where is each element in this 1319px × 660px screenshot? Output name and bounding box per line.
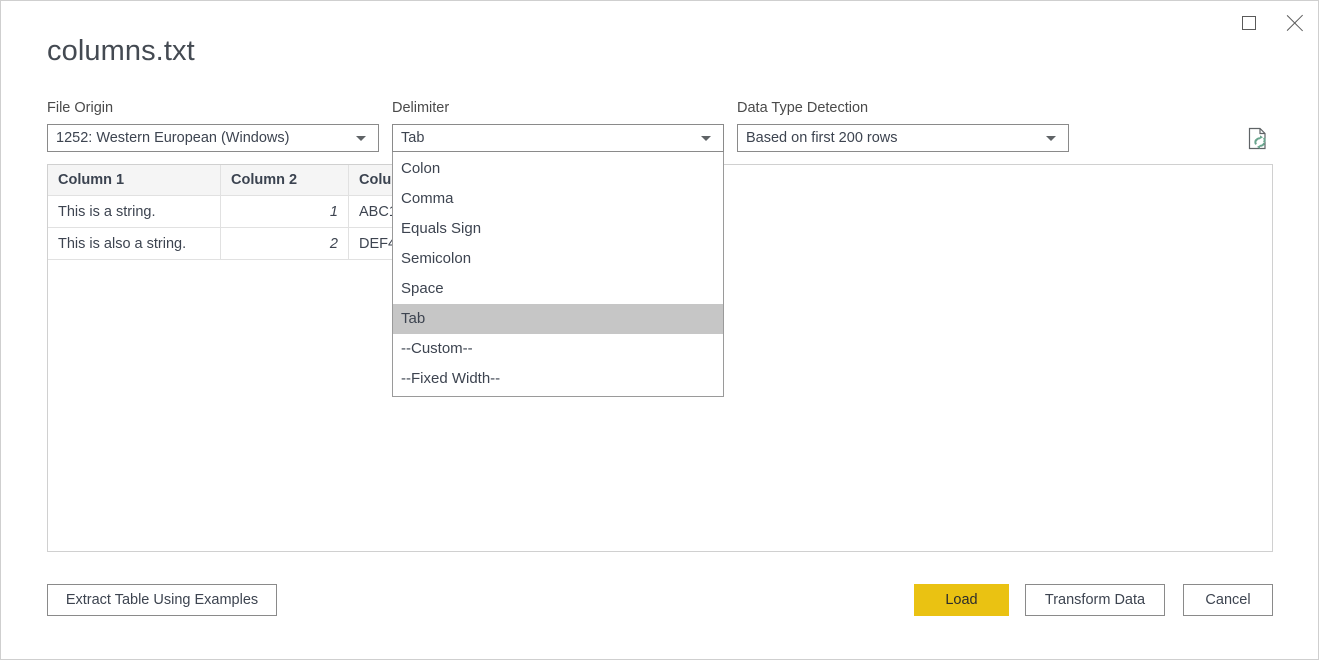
delimiter-option-semicolon[interactable]: Semicolon xyxy=(393,244,723,274)
data-type-detection-dropdown[interactable]: Based on first 200 rows xyxy=(737,124,1069,152)
delimiter-option-equals-sign[interactable]: Equals Sign xyxy=(393,214,723,244)
delimiter-option-custom[interactable]: --Custom-- xyxy=(393,334,723,364)
import-file-dialog: columns.txt File Origin 1252: Western Eu… xyxy=(0,0,1319,660)
chevron-down-icon xyxy=(1046,136,1056,141)
data-type-detection-value: Based on first 200 rows xyxy=(746,130,1046,146)
delimiter-dropdown[interactable]: Tab xyxy=(392,124,724,152)
table-cell: This is a string. xyxy=(48,196,221,228)
delimiter-value: Tab xyxy=(401,130,701,146)
delimiter-option-tab[interactable]: Tab xyxy=(393,304,723,334)
delimiter-options-list[interactable]: Colon Comma Equals Sign Semicolon Space … xyxy=(392,152,724,397)
column-header[interactable]: Column 1 xyxy=(48,165,221,196)
file-origin-label: File Origin xyxy=(47,99,113,117)
delimiter-option-colon[interactable]: Colon xyxy=(393,154,723,184)
cancel-button[interactable]: Cancel xyxy=(1183,584,1273,616)
table-cell: This is also a string. xyxy=(48,228,221,260)
file-origin-dropdown[interactable]: 1252: Western European (Windows) xyxy=(47,124,379,152)
load-button[interactable]: Load xyxy=(914,584,1009,616)
chevron-down-icon xyxy=(356,136,366,141)
transform-data-button[interactable]: Transform Data xyxy=(1025,584,1165,616)
window-controls xyxy=(1226,1,1318,45)
document-refresh-icon[interactable] xyxy=(1244,125,1272,153)
data-type-detection-label: Data Type Detection xyxy=(737,99,868,117)
close-icon xyxy=(1286,14,1304,32)
delimiter-option-fixed-width[interactable]: --Fixed Width-- xyxy=(393,364,723,394)
table-cell: 1 xyxy=(221,196,349,228)
close-button[interactable] xyxy=(1272,3,1318,43)
file-origin-value: 1252: Western European (Windows) xyxy=(56,130,356,146)
maximize-icon xyxy=(1242,16,1256,30)
maximize-button[interactable] xyxy=(1226,3,1272,43)
title-bar xyxy=(1,1,1318,45)
column-header[interactable]: Column 2 xyxy=(221,165,349,196)
document-refresh-glyph xyxy=(1244,125,1272,153)
delimiter-option-space[interactable]: Space xyxy=(393,274,723,304)
delimiter-label: Delimiter xyxy=(392,99,449,117)
extract-table-using-examples-button[interactable]: Extract Table Using Examples xyxy=(47,584,277,616)
page-title: columns.txt xyxy=(47,34,195,68)
chevron-down-icon xyxy=(701,136,711,141)
delimiter-option-comma[interactable]: Comma xyxy=(393,184,723,214)
table-cell: 2 xyxy=(221,228,349,260)
